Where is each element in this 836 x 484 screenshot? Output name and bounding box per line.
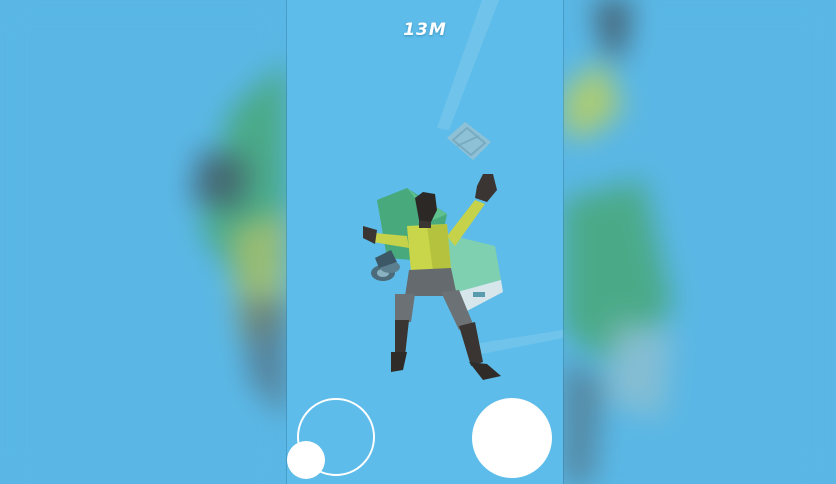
light-beam bbox=[467, 330, 563, 355]
game-viewport[interactable]: 13M bbox=[287, 0, 563, 484]
game-screen: 13M bbox=[0, 0, 836, 484]
distance-counter: 13M bbox=[403, 20, 447, 40]
action-button[interactable] bbox=[472, 398, 552, 478]
debris-crate bbox=[447, 122, 491, 160]
blurred-background-left bbox=[0, 0, 287, 484]
blurred-background-right bbox=[563, 0, 836, 484]
joystick-knob[interactable] bbox=[287, 441, 325, 479]
